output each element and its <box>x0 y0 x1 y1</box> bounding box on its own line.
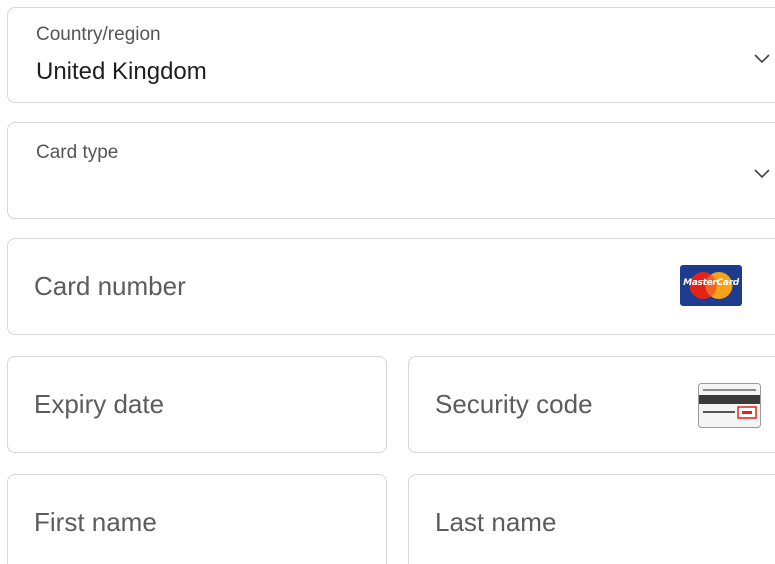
last-name-placeholder: Last name <box>435 507 557 537</box>
card-number-field[interactable]: Card number MasterCard <box>7 238 775 335</box>
expiry-date-placeholder: Expiry date <box>34 389 165 419</box>
security-code-field[interactable]: Security code <box>408 356 775 453</box>
card-back-cvv-icon <box>698 383 761 428</box>
country-region-label: Country/region <box>36 24 161 45</box>
country-region-value: United Kingdom <box>36 58 207 85</box>
first-name-placeholder: First name <box>34 507 157 537</box>
expiry-date-field[interactable]: Expiry date <box>7 356 387 453</box>
card-type-label: Card type <box>36 142 119 163</box>
mastercard-text: MasterCard <box>683 278 739 288</box>
payment-form: Country/region United Kingdom Card type … <box>0 0 775 564</box>
country-region-select[interactable]: Country/region United Kingdom <box>7 7 775 103</box>
last-name-field[interactable]: Last name <box>408 474 775 564</box>
first-name-field[interactable]: First name <box>7 474 387 564</box>
card-number-placeholder: Card number <box>34 271 186 301</box>
security-code-placeholder: Security code <box>435 389 593 419</box>
chevron-down-icon <box>752 48 772 68</box>
card-type-select[interactable]: Card type <box>7 122 775 219</box>
chevron-down-icon <box>752 163 772 183</box>
mastercard-icon: MasterCard <box>680 265 742 306</box>
